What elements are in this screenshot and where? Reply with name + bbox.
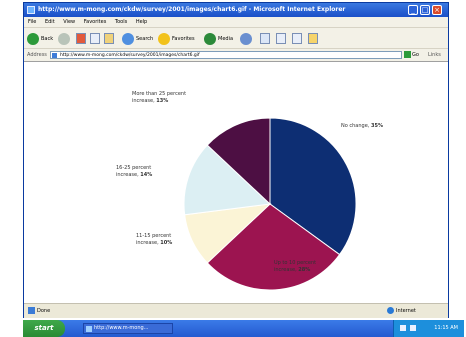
favorites-button[interactable]: Favorites [158,32,195,46]
title-bar: http://www.m-mong.com/ckdw/survey/2001/i… [24,3,448,17]
minimize-button[interactable]: _ [408,5,418,15]
home-button[interactable] [104,32,114,46]
browser-window: http://www.m-mong.com/ckdw/survey/2001/i… [23,2,449,318]
label-up-to-10: Up to 10 percent increase, 28% [274,260,316,274]
links-button[interactable]: Links [428,49,441,61]
forward-arrow-icon [58,32,70,45]
menu-view[interactable]: View [63,19,75,25]
menu-edit[interactable]: Edit [45,19,55,25]
taskbar-item-browser[interactable]: http://www.m-mong... [83,323,173,334]
home-icon [104,33,114,44]
favorites-label: Favorites [172,36,195,42]
maximize-button[interactable]: □ [420,5,430,15]
label-no-change: No change, 35% [341,123,383,130]
ie-task-icon [86,326,92,332]
history-button[interactable] [240,32,254,46]
clock: 11:15 AM [434,325,458,331]
stop-button[interactable] [76,32,86,46]
page-icon [52,53,57,58]
status-done: Done [28,304,50,318]
edit-button[interactable] [292,32,302,46]
status-bar: Done Internet [24,303,448,318]
media-button[interactable]: Media [204,32,233,46]
status-done-text: Done [37,308,51,314]
label-up-to-10-line1: Up to 10 percent [274,260,317,266]
address-value: http://www.m-mong.com/ckdw/survey/2001/i… [60,53,200,58]
folder-button[interactable] [308,32,318,46]
label-up-to-10-pct: 28% [298,267,311,273]
label-more-than-25-line1: More than 25 percent [132,91,187,97]
edit-icon [292,33,302,44]
go-label: Go [412,52,419,58]
forward-button[interactable] [58,32,72,46]
label-more-than-25: More than 25 percent increase, 13% [132,91,186,105]
label-16-25-pct: 14% [140,172,153,178]
label-11-15-line2: increase, [136,240,159,246]
favorites-star-icon [158,32,170,45]
address-label: Address [27,52,47,58]
taskbar: start http://www.m-mong... 11:15 AM [23,320,464,337]
menu-favorites[interactable]: Favorites [84,19,107,25]
label-16-25: 16-25 percent increase, 14% [116,165,152,179]
label-11-15-line1: 11-15 percent [136,233,172,239]
globe-icon [387,307,394,314]
search-button[interactable]: Search [122,32,153,46]
mail-button[interactable] [260,32,270,46]
search-icon [122,32,134,45]
go-arrow-icon [404,51,411,58]
stop-icon [76,33,86,44]
label-11-15: 11-15 percent increase, 10% [136,233,172,247]
close-button[interactable]: × [432,5,442,15]
print-button[interactable] [276,32,286,46]
media-icon [204,32,216,45]
menu-help[interactable]: Help [136,19,147,25]
system-tray: 11:15 AM [393,320,464,337]
standard-toolbar: Back Search Favorites Media [24,27,448,49]
label-16-25-line2: increase, [116,172,139,178]
label-no-change-pct: 35% [370,123,383,129]
refresh-button[interactable] [90,32,100,46]
status-zone-text: Internet [396,308,416,314]
tray-volume-icon[interactable] [400,325,406,331]
back-label: Back [41,36,54,42]
pie-chart [183,117,357,291]
page-content: No change, 35% Up to 10 percent increase… [24,61,448,304]
refresh-icon [90,33,100,44]
search-label: Search [136,36,154,42]
start-button[interactable]: start [23,320,65,337]
taskbar-item-label: http://www.m-mong... [94,325,149,331]
label-16-25-line1: 16-25 percent [116,165,152,171]
menu-bar: File Edit View Favorites Tools Help [24,17,448,27]
label-more-than-25-pct: 13% [156,98,169,104]
address-bar: Address http://www.m-mong.com/ckdw/surve… [24,49,448,61]
label-up-to-10-line2: increase, [274,267,297,273]
back-arrow-icon [27,32,39,45]
folder-icon [308,33,318,44]
print-icon [276,33,286,44]
history-icon [240,32,252,45]
ie-icon [27,6,35,14]
label-11-15-pct: 10% [160,240,173,246]
go-button[interactable]: Go [404,51,424,59]
tray-network-icon[interactable] [410,325,416,331]
back-button[interactable]: Back [27,32,53,46]
media-label: Media [218,36,234,42]
address-input[interactable]: http://www.m-mong.com/ckdw/survey/2001/i… [50,51,402,59]
mail-icon [260,33,270,44]
status-zone: Internet [387,304,416,318]
label-no-change-text: No change, [341,123,370,129]
menu-tools[interactable]: Tools [115,19,127,25]
menu-file[interactable]: File [28,19,36,25]
page-done-icon [28,307,35,314]
window-title: http://www.m-mong.com/ckdw/survey/2001/i… [38,6,346,13]
label-more-than-25-line2: increase, [132,98,155,104]
